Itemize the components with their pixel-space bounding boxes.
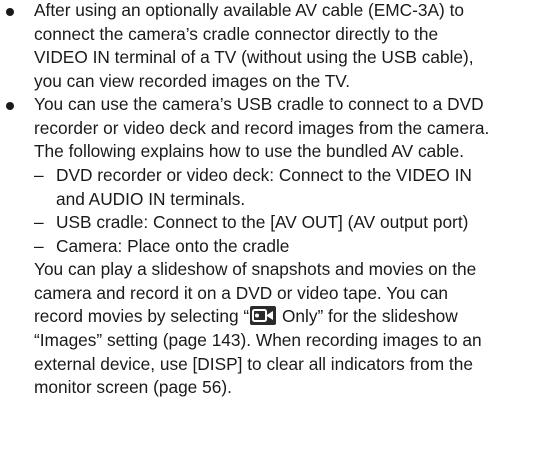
manual-page: After using an optionally available AV c… [0,0,552,473]
dash-item: – DVD recorder or video deck: Connect to … [34,165,472,186]
bullet-dot [6,102,14,110]
para-line: record movies by selecting “ Only” for t… [34,306,458,327]
bullet1-line: connect the camera’s cradle connector di… [34,24,439,44]
bullet2-line: The following explains how to use the bu… [34,141,465,161]
para-line: You can play a slideshow of snapshots an… [34,259,477,279]
para-line: monitor screen (page 56). [34,377,232,397]
bullet1-line: you can view recorded images on the TV. [34,71,351,91]
para-text: record movies by selecting “ [34,306,250,326]
para-line: “Images” setting (page 143). When record… [34,330,482,350]
para-text: Only” for the slideshow [277,306,458,326]
dash-item-text: USB cradle: Connect to the [AV OUT] (AV … [56,212,469,232]
bullet-dot [6,8,14,16]
dash-item-text: Camera: Place onto the cradle [56,236,290,256]
bullet1-line: After using an optionally available AV c… [34,0,465,20]
bullet1-line: VIDEO IN terminal of a TV (without using… [34,47,474,67]
dash-marker: – [34,236,44,256]
bullet2-line: You can use the camera’s USB cradle to c… [34,94,484,114]
dash-marker: – [34,212,44,232]
dash-item-continuation: and AUDIO IN terminals. [56,189,246,209]
dash-item: – USB cradle: Connect to the [AV OUT] (AV… [34,212,468,233]
bullet2-line: recorder or video deck and record images… [34,118,490,138]
para-line: camera and record it on a DVD or video t… [34,283,449,303]
movie-icon [250,306,277,325]
dash-marker: – [34,165,44,185]
dash-item-text: DVD recorder or video deck: Connect to t… [56,165,472,185]
dash-item: – Camera: Place onto the cradle [34,236,289,257]
para-line: external device, use [DISP] to clear all… [34,354,473,374]
